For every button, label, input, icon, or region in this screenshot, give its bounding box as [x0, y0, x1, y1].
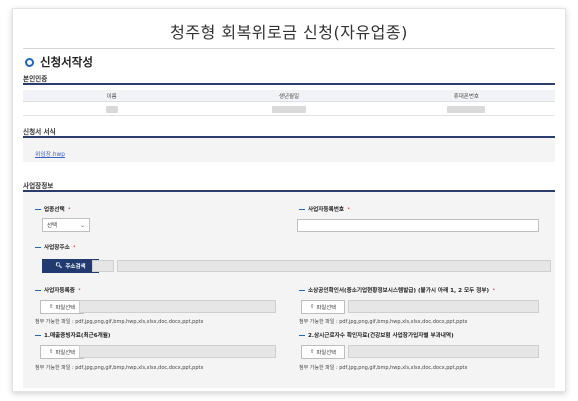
- application-window: 청주형 회복위로금 신청(자유업종) 신청서작성 본인인증 이름 생년월일 휴대…: [12, 8, 566, 392]
- file-select-button-biz-reg[interactable]: ⇧ 파일선택: [40, 300, 84, 314]
- masked-phone: [447, 105, 486, 113]
- file-select-button-small-biz[interactable]: ⇧ 파일선택: [301, 300, 345, 314]
- sales-file-input[interactable]: [79, 345, 276, 358]
- allowed-files-hint: 첨부 가능한 파일 : pdf,jpg,png,gif,bmp,hwp,xls,…: [35, 365, 204, 371]
- section-heading: 신청서작성: [25, 54, 93, 70]
- masked-name: [105, 105, 118, 113]
- business-heading: 사업장정보: [23, 182, 54, 190]
- biz-registration-label: 사업자등록증 •: [35, 286, 81, 294]
- title-divider: [23, 48, 555, 49]
- identity-value-row: [23, 103, 555, 116]
- masked-birthdate: [271, 105, 306, 113]
- bizno-label: 사업자등록번호 •: [299, 205, 350, 213]
- form-doc-box: [23, 138, 555, 162]
- power-of-attorney-link[interactable]: 위임장.hwp: [35, 149, 65, 158]
- identity-bar: [23, 83, 555, 85]
- biz-reg-file-input[interactable]: [79, 300, 276, 313]
- identity-heading: 본인인증: [23, 75, 48, 83]
- col-birthdate: 생년월일: [278, 93, 300, 100]
- address-search-button[interactable]: 🔍︎ 주소검색: [42, 259, 99, 273]
- page-title: 청주형 회복위로금 신청(자유업종): [170, 23, 408, 42]
- upload-icon: ⇧: [310, 304, 315, 310]
- allowed-files-hint: 첨부 가능한 파일 : pdf,jpg,png,gif,bmp,hwp,xls,…: [299, 365, 468, 371]
- circle-bullet-icon: [25, 57, 34, 67]
- upload-icon: ⇧: [49, 349, 54, 355]
- industry-label: 업종선택 •: [35, 205, 71, 213]
- address-input[interactable]: [117, 260, 551, 272]
- search-icon: 🔍︎: [55, 263, 63, 269]
- file-select-button-sales[interactable]: ⇧ 파일선택: [40, 345, 84, 359]
- small-biz-cert-label: 소상공인확인서(중소기업현황정보시스템발급) (불가시 아래 1, 2 모두 정…: [299, 286, 495, 294]
- identity-header-row: 이름 생년월일 휴대폰번호: [23, 90, 555, 102]
- col-name: 이름: [106, 93, 117, 100]
- industry-select[interactable]: 선택 ⌄: [42, 218, 90, 232]
- employee-count-label: 2.상시근로자수 확인자료(건강보험 사업장가입자별 부과내역): [299, 331, 454, 339]
- allowed-files-hint: 첨부 가능한 파일 : pdf,jpg,png,gif,bmp,hwp,xls,…: [35, 319, 204, 325]
- employees-file-input[interactable]: [348, 345, 539, 358]
- postcode-input[interactable]: [92, 260, 114, 272]
- small-biz-file-input[interactable]: [348, 300, 539, 313]
- section-title: 신청서작성: [40, 55, 93, 69]
- upload-icon: ⇧: [49, 304, 54, 310]
- bizno-input[interactable]: [297, 219, 539, 232]
- form-doc-heading: 신청서 서식: [23, 128, 56, 136]
- sales-proof-label: 1.매출증빙자료(최근6개월): [35, 331, 111, 339]
- file-select-button-employees[interactable]: ⇧ 파일선택: [301, 345, 345, 359]
- chevron-down-icon: ⌄: [79, 221, 85, 229]
- upload-icon: ⇧: [310, 349, 315, 355]
- col-phone: 휴대폰번호: [453, 93, 479, 100]
- allowed-files-hint: 첨부 가능한 파일 : pdf,jpg,png,gif,bmp,hwp,xls,…: [299, 319, 468, 325]
- address-label: 사업장주소 •: [35, 243, 76, 251]
